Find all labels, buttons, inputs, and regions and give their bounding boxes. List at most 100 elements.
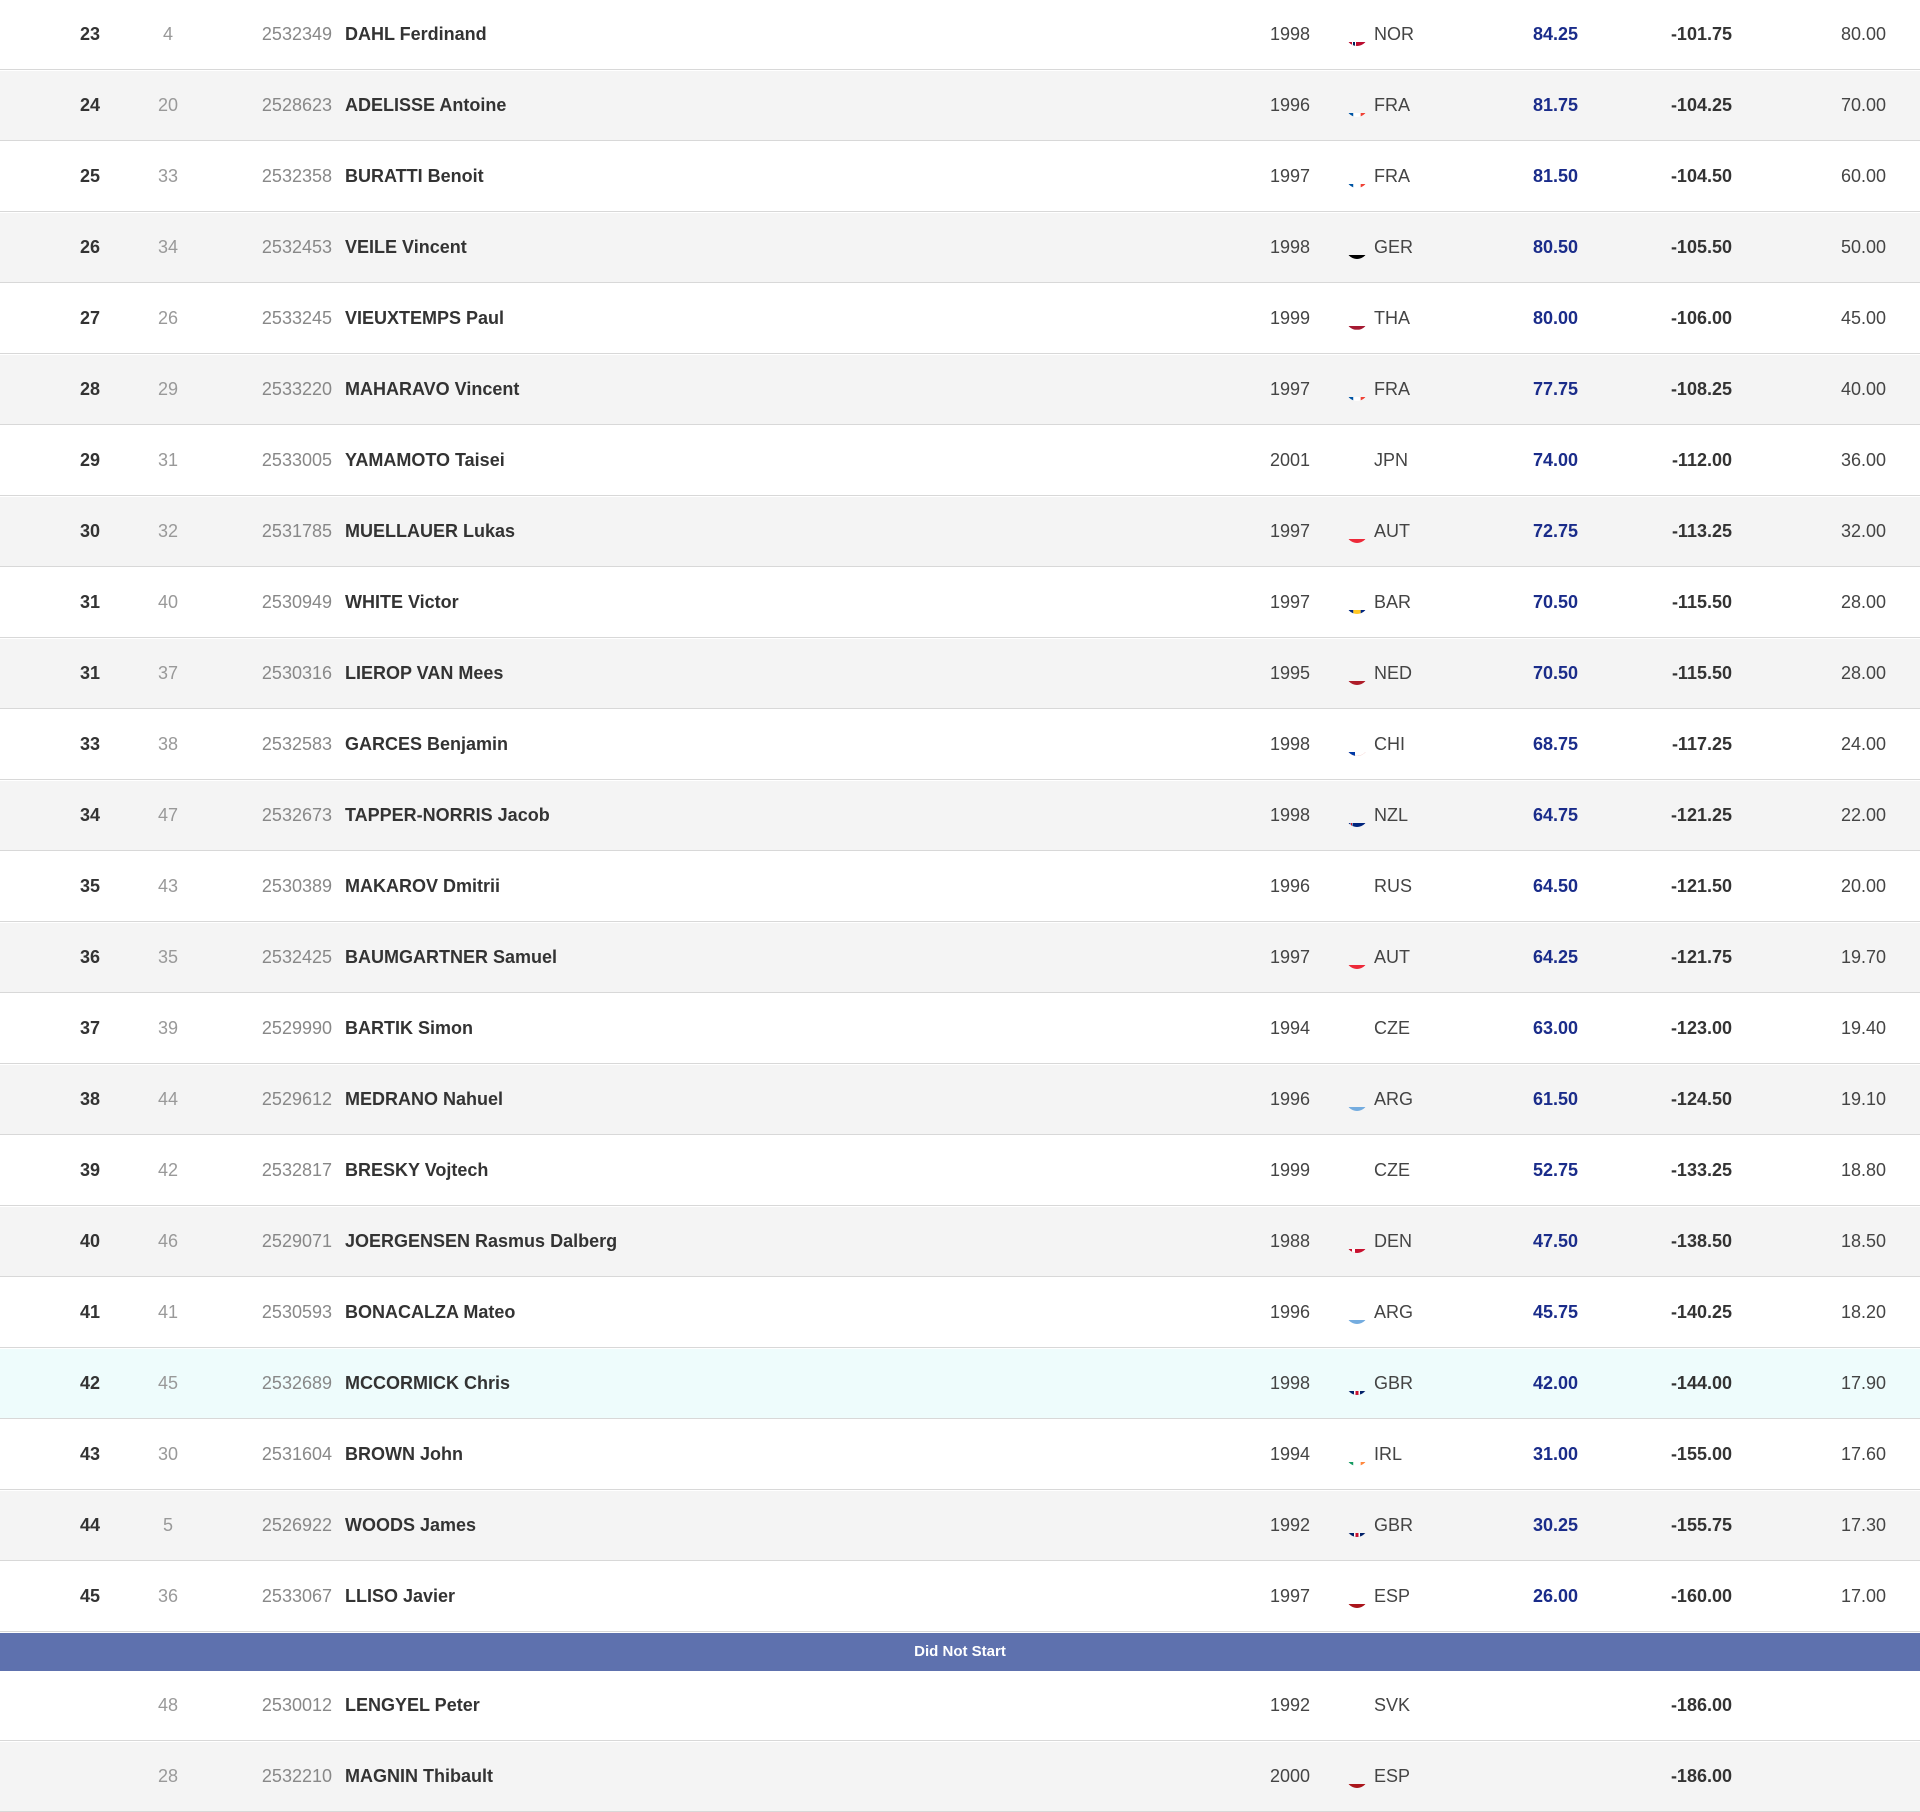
rank-cell bbox=[60, 1742, 120, 1812]
bib-cell: 42 bbox=[138, 1136, 198, 1206]
birth-year-cell: 1994 bbox=[1250, 994, 1310, 1064]
fis-code-cell: 2530012 bbox=[232, 1671, 332, 1741]
table-row[interactable]: 33382532583GARCES Benjamin1998CHI68.75-1… bbox=[0, 710, 1920, 780]
diff-cell: -124.50 bbox=[1640, 1065, 1732, 1135]
table-row[interactable]: 28292533220MAHARAVO Vincent1997FRA77.75-… bbox=[0, 355, 1920, 425]
athlete-name[interactable]: WOODS James bbox=[345, 1491, 476, 1561]
athlete-name[interactable]: VIEUXTEMPS Paul bbox=[345, 284, 504, 354]
athlete-name[interactable]: MEDRANO Nahuel bbox=[345, 1065, 503, 1135]
table-row[interactable]: 31372530316LIEROP VAN Mees1995NED70.50-1… bbox=[0, 639, 1920, 709]
athlete-name[interactable]: LIEROP VAN Mees bbox=[345, 639, 503, 709]
athlete-name[interactable]: BRESKY Vojtech bbox=[345, 1136, 488, 1206]
flag-gbr-icon bbox=[1346, 1515, 1368, 1537]
points-cell: 61.50 bbox=[1500, 1065, 1578, 1135]
nation-code: DEN bbox=[1374, 1207, 1412, 1275]
nation-code: NED bbox=[1374, 639, 1412, 707]
athlete-name[interactable]: DAHL Ferdinand bbox=[345, 0, 487, 70]
athlete-name[interactable]: MCCORMICK Chris bbox=[345, 1349, 510, 1419]
did-not-start-header: Did Not Start bbox=[0, 1633, 1920, 1671]
birth-year-cell: 1998 bbox=[1250, 1349, 1310, 1419]
athlete-name[interactable]: JOERGENSEN Rasmus Dalberg bbox=[345, 1207, 617, 1277]
rank-cell: 27 bbox=[60, 284, 120, 354]
athlete-name[interactable]: MAKAROV Dmitrii bbox=[345, 852, 500, 922]
athlete-name[interactable]: GARCES Benjamin bbox=[345, 710, 508, 780]
athlete-name[interactable]: BROWN John bbox=[345, 1420, 463, 1490]
athlete-name[interactable]: LLISO Javier bbox=[345, 1562, 455, 1632]
athlete-name[interactable]: VEILE Vincent bbox=[345, 213, 467, 283]
table-row[interactable]: 34472532673TAPPER-NORRIS Jacob1998NZL64.… bbox=[0, 781, 1920, 851]
athlete-name[interactable]: TAPPER-NORRIS Jacob bbox=[345, 781, 550, 851]
table-row[interactable]: 27262533245VIEUXTEMPS Paul1999THA80.00-1… bbox=[0, 284, 1920, 354]
table-row[interactable]: 2342532349DAHL Ferdinand1998NOR84.25-101… bbox=[0, 0, 1920, 70]
table-row[interactable]: 39422532817BRESKY Vojtech1999CZE52.75-13… bbox=[0, 1136, 1920, 1206]
diff-cell: -106.00 bbox=[1640, 284, 1732, 354]
nation-cell: NED bbox=[1346, 639, 1466, 709]
points-cell: 64.75 bbox=[1500, 781, 1578, 851]
athlete-name[interactable]: BURATTI Benoit bbox=[345, 142, 484, 212]
points-cell: 70.50 bbox=[1500, 639, 1578, 709]
bib-cell: 37 bbox=[138, 639, 198, 709]
diff-cell: -117.25 bbox=[1640, 710, 1732, 780]
diff-cell: -155.75 bbox=[1640, 1491, 1732, 1561]
flag-jpn-icon bbox=[1346, 450, 1368, 472]
nation-cell: BAR bbox=[1346, 568, 1466, 638]
nation-cell: GBR bbox=[1346, 1349, 1466, 1419]
table-row[interactable]: 282532210MAGNIN Thibault2000ESP-186.00 bbox=[0, 1742, 1920, 1812]
table-row[interactable]: 45362533067LLISO Javier1997ESP26.00-160.… bbox=[0, 1562, 1920, 1632]
table-row[interactable]: 40462529071JOERGENSEN Rasmus Dalberg1988… bbox=[0, 1207, 1920, 1277]
fis-points-cell: 28.00 bbox=[1800, 568, 1886, 638]
table-row[interactable]: 38442529612MEDRANO Nahuel1996ARG61.50-12… bbox=[0, 1065, 1920, 1135]
table-row[interactable]: 25332532358BURATTI Benoit1997FRA81.50-10… bbox=[0, 142, 1920, 212]
points-cell: 80.00 bbox=[1500, 284, 1578, 354]
athlete-name[interactable]: BAUMGARTNER Samuel bbox=[345, 923, 557, 993]
nation-cell: ARG bbox=[1346, 1278, 1466, 1348]
rank-cell: 29 bbox=[60, 426, 120, 496]
diff-cell: -121.50 bbox=[1640, 852, 1732, 922]
table-row[interactable]: 26342532453VEILE Vincent1998GER80.50-105… bbox=[0, 213, 1920, 283]
points-cell: 64.25 bbox=[1500, 923, 1578, 993]
flag-irl-icon bbox=[1346, 1444, 1368, 1466]
nation-cell: ESP bbox=[1346, 1742, 1466, 1812]
table-row[interactable]: 482530012LENGYEL Peter1992SVK-186.00 bbox=[0, 1671, 1920, 1741]
athlete-name[interactable]: ADELISSE Antoine bbox=[345, 71, 506, 141]
athlete-name[interactable]: MAGNIN Thibault bbox=[345, 1742, 493, 1812]
points-cell: 45.75 bbox=[1500, 1278, 1578, 1348]
table-row[interactable]: 37392529990BARTIK Simon1994CZE63.00-123.… bbox=[0, 994, 1920, 1064]
table-row[interactable]: 41412530593BONACALZA Mateo1996ARG45.75-1… bbox=[0, 1278, 1920, 1348]
athlete-name[interactable]: BONACALZA Mateo bbox=[345, 1278, 515, 1348]
nation-code: FRA bbox=[1374, 71, 1410, 139]
flag-aut-icon bbox=[1346, 521, 1368, 543]
table-row[interactable]: 43302531604BROWN John1994IRL31.00-155.00… bbox=[0, 1420, 1920, 1490]
birth-year-cell: 2001 bbox=[1250, 426, 1310, 496]
table-row[interactable]: 30322531785MUELLAUER Lukas1997AUT72.75-1… bbox=[0, 497, 1920, 567]
fis-points-cell: 20.00 bbox=[1800, 852, 1886, 922]
bib-cell: 29 bbox=[138, 355, 198, 425]
athlete-name[interactable]: BARTIK Simon bbox=[345, 994, 473, 1064]
diff-cell: -105.50 bbox=[1640, 213, 1732, 283]
nation-code: NOR bbox=[1374, 0, 1414, 68]
table-row[interactable]: 24202528623ADELISSE Antoine1996FRA81.75-… bbox=[0, 71, 1920, 141]
diff-cell: -108.25 bbox=[1640, 355, 1732, 425]
points-cell: 81.75 bbox=[1500, 71, 1578, 141]
bib-cell: 32 bbox=[138, 497, 198, 567]
table-row[interactable]: 31402530949WHITE Victor1997BAR70.50-115.… bbox=[0, 568, 1920, 638]
nation-code: BAR bbox=[1374, 568, 1411, 636]
athlete-name[interactable]: MUELLAUER Lukas bbox=[345, 497, 515, 567]
athlete-name[interactable]: WHITE Victor bbox=[345, 568, 459, 638]
bib-cell: 5 bbox=[138, 1491, 198, 1561]
athlete-name[interactable]: YAMAMOTO Taisei bbox=[345, 426, 505, 496]
table-row[interactable]: 36352532425BAUMGARTNER Samuel1997AUT64.2… bbox=[0, 923, 1920, 993]
birth-year-cell: 1994 bbox=[1250, 1420, 1310, 1490]
fis-points-cell: 70.00 bbox=[1800, 71, 1886, 141]
table-row[interactable]: 4452526922WOODS James1992GBR30.25-155.75… bbox=[0, 1491, 1920, 1561]
athlete-name[interactable]: MAHARAVO Vincent bbox=[345, 355, 519, 425]
table-row[interactable]: 42452532689MCCORMICK Chris1998GBR42.00-1… bbox=[0, 1349, 1920, 1419]
nation-cell: DEN bbox=[1346, 1207, 1466, 1277]
table-row[interactable]: 29312533005YAMAMOTO Taisei2001JPN74.00-1… bbox=[0, 426, 1920, 496]
birth-year-cell: 1998 bbox=[1250, 781, 1310, 851]
table-row[interactable]: 35432530389MAKAROV Dmitrii1996RUS64.50-1… bbox=[0, 852, 1920, 922]
fis-points-cell: 22.00 bbox=[1800, 781, 1886, 851]
fis-code-cell: 2531785 bbox=[232, 497, 332, 567]
athlete-name[interactable]: LENGYEL Peter bbox=[345, 1671, 480, 1741]
fis-code-cell: 2532349 bbox=[232, 0, 332, 70]
